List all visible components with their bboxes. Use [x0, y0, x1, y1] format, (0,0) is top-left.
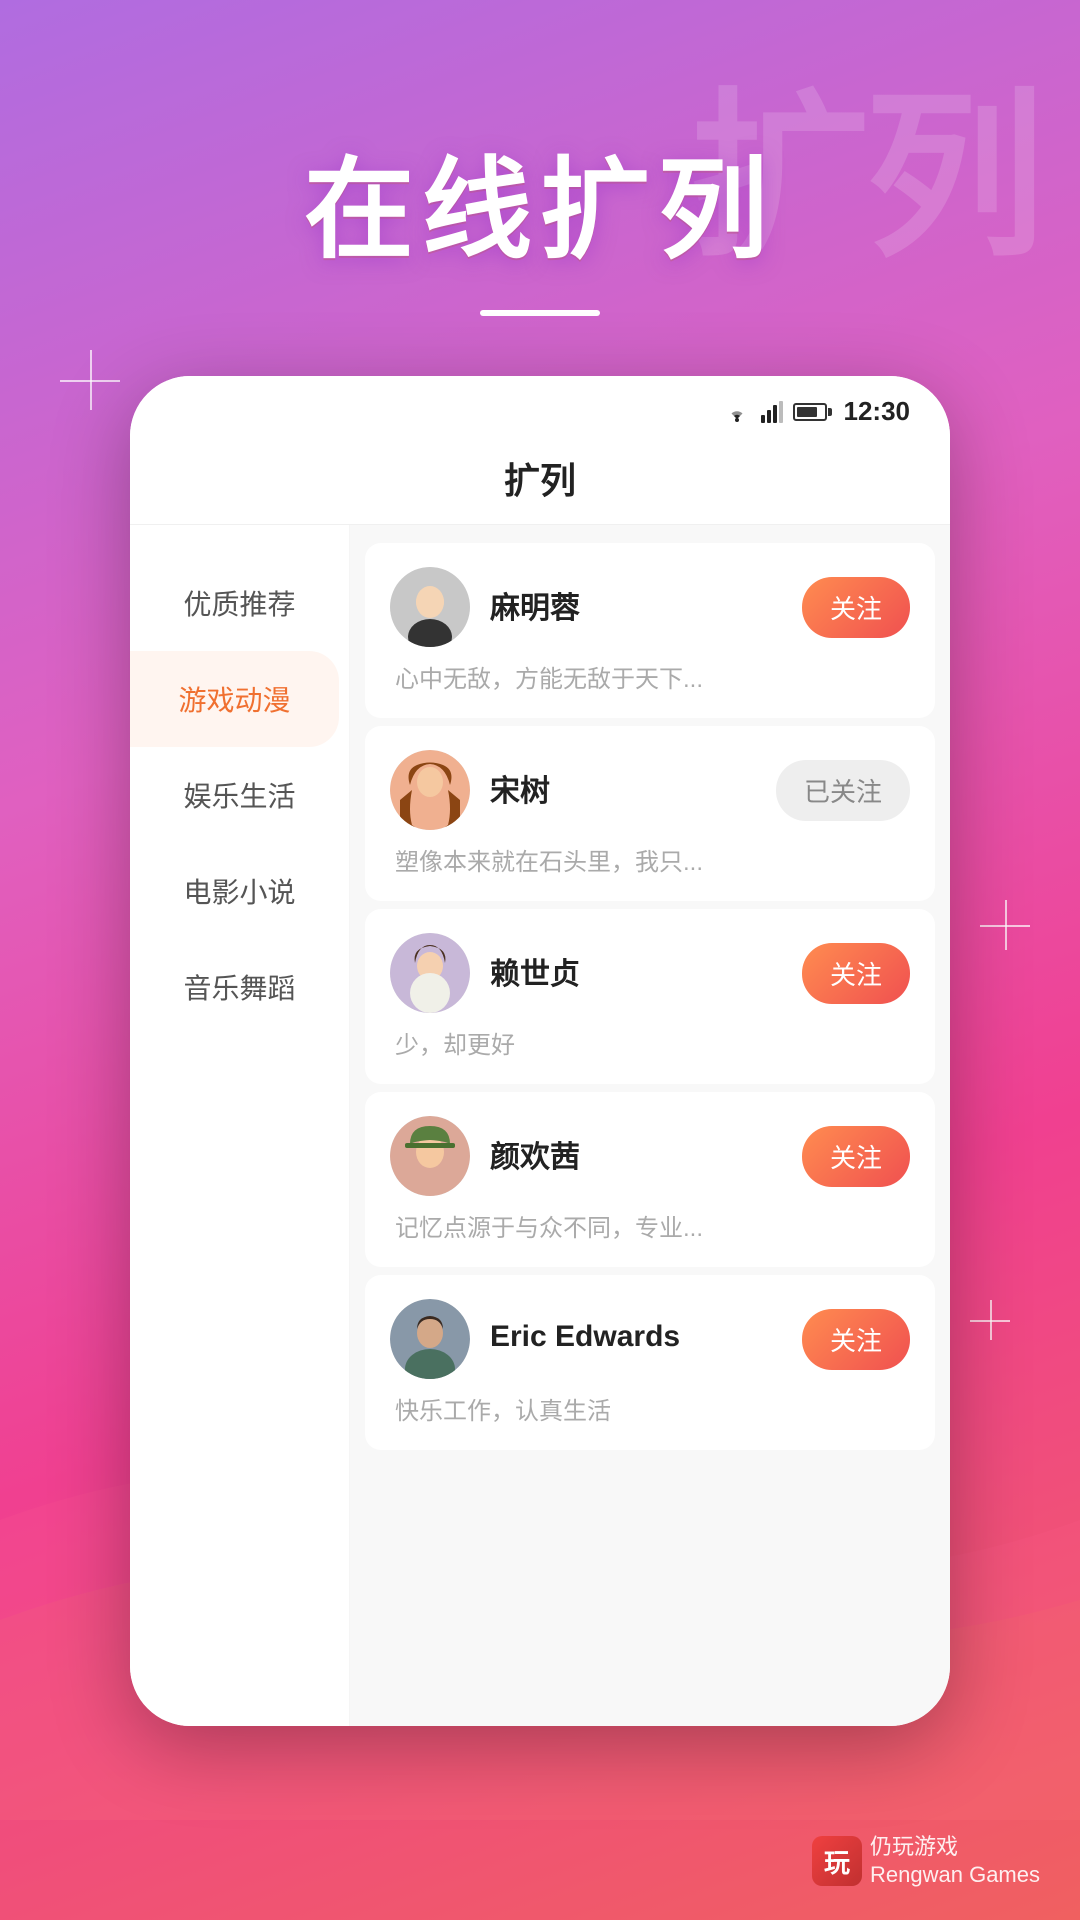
brand-line1: 仍玩游戏 — [870, 1833, 1040, 1862]
follow-button[interactable]: 关注 — [802, 1309, 910, 1370]
user-info: 赖世贞 — [490, 949, 782, 997]
follow-button[interactable]: 已关注 — [776, 760, 910, 821]
follow-button[interactable]: 关注 — [802, 1126, 910, 1187]
user-row: Eric Edwards 关注 — [390, 1299, 910, 1379]
user-info: Eric Edwards — [490, 1320, 782, 1358]
sparkle-decoration-3 — [970, 1300, 1010, 1340]
user-avatar — [390, 1299, 470, 1379]
status-bar: 12:30 — [130, 376, 950, 437]
sidebar-item-game[interactable]: 游戏动漫 — [130, 651, 339, 747]
user-desc: 少，却更好 — [390, 1025, 910, 1060]
user-avatar — [390, 933, 470, 1013]
user-row: 颜欢茜 关注 — [390, 1116, 910, 1196]
user-card-2: 宋树 已关注 塑像本来就在石头里，我只... — [365, 726, 935, 901]
user-name: 宋树 — [490, 766, 756, 810]
follow-button[interactable]: 关注 — [802, 943, 910, 1004]
wifi-icon — [723, 401, 751, 423]
sidebar: 优质推荐 游戏动漫 娱乐生活 电影小说 音乐舞蹈 — [130, 525, 350, 1726]
user-row: 赖世贞 关注 — [390, 933, 910, 1013]
status-icons — [723, 401, 827, 423]
user-avatar — [390, 567, 470, 647]
sidebar-item-entertainment[interactable]: 娱乐生活 — [130, 747, 349, 843]
user-avatar — [390, 750, 470, 830]
user-card-1: 麻明蓉 关注 心中无敌，方能无敌于天下... — [365, 543, 935, 718]
status-time: 12:30 — [844, 396, 911, 427]
user-list: 麻明蓉 关注 心中无敌，方能无敌于天下... 宋树 已关注 塑像本来就在石头里，… — [350, 525, 950, 1726]
user-desc: 塑像本来就在石头里，我只... — [390, 842, 910, 877]
sparkle-decoration-1 — [60, 350, 120, 410]
title-divider — [480, 310, 600, 316]
user-card-5: Eric Edwards 关注 快乐工作，认真生活 — [365, 1275, 935, 1450]
brand-logo: 玩 — [812, 1836, 862, 1886]
user-desc: 快乐工作，认真生活 — [390, 1391, 910, 1426]
app-title: 扩列 — [504, 460, 576, 501]
follow-button[interactable]: 关注 — [802, 577, 910, 638]
brand-text: 仍玩游戏 Rengwan Games — [870, 1833, 1040, 1890]
title-area: 在线扩列 — [0, 0, 1080, 316]
user-name: 麻明蓉 — [490, 583, 782, 627]
sidebar-item-quality[interactable]: 优质推荐 — [130, 555, 349, 651]
user-card-3: 赖世贞 关注 少，却更好 — [365, 909, 935, 1084]
user-info: 颜欢茜 — [490, 1132, 782, 1180]
user-card-4: 颜欢茜 关注 记忆点源于与众不同，专业... — [365, 1092, 935, 1267]
signal-icon — [761, 401, 783, 423]
sidebar-item-music[interactable]: 音乐舞蹈 — [130, 939, 349, 1035]
user-desc: 记忆点源于与众不同，专业... — [390, 1208, 910, 1243]
sparkle-decoration-2 — [980, 900, 1030, 950]
user-avatar — [390, 1116, 470, 1196]
main-title: 在线扩列 — [0, 120, 1080, 280]
battery-icon — [793, 403, 827, 421]
user-desc: 心中无敌，方能无敌于天下... — [390, 659, 910, 694]
app-header: 扩列 — [130, 437, 950, 525]
content-area: 优质推荐 游戏动漫 娱乐生活 电影小说 音乐舞蹈 麻明蓉 关注 心中无敌，方能无… — [130, 525, 950, 1726]
brand-line2: Rengwan Games — [870, 1861, 1040, 1890]
user-info: 宋树 — [490, 766, 756, 814]
user-row: 麻明蓉 关注 — [390, 567, 910, 647]
user-name: 赖世贞 — [490, 949, 782, 993]
user-row: 宋树 已关注 — [390, 750, 910, 830]
user-info: 麻明蓉 — [490, 583, 782, 631]
user-name: Eric Edwards — [490, 1320, 782, 1354]
sidebar-item-movie[interactable]: 电影小说 — [130, 843, 349, 939]
user-name: 颜欢茜 — [490, 1132, 782, 1176]
bottom-brand: 玩 仍玩游戏 Rengwan Games — [812, 1833, 1040, 1890]
phone-frame: 12:30 扩列 优质推荐 游戏动漫 娱乐生活 电影小说 音乐舞蹈 麻明蓉 关注 — [130, 376, 950, 1726]
